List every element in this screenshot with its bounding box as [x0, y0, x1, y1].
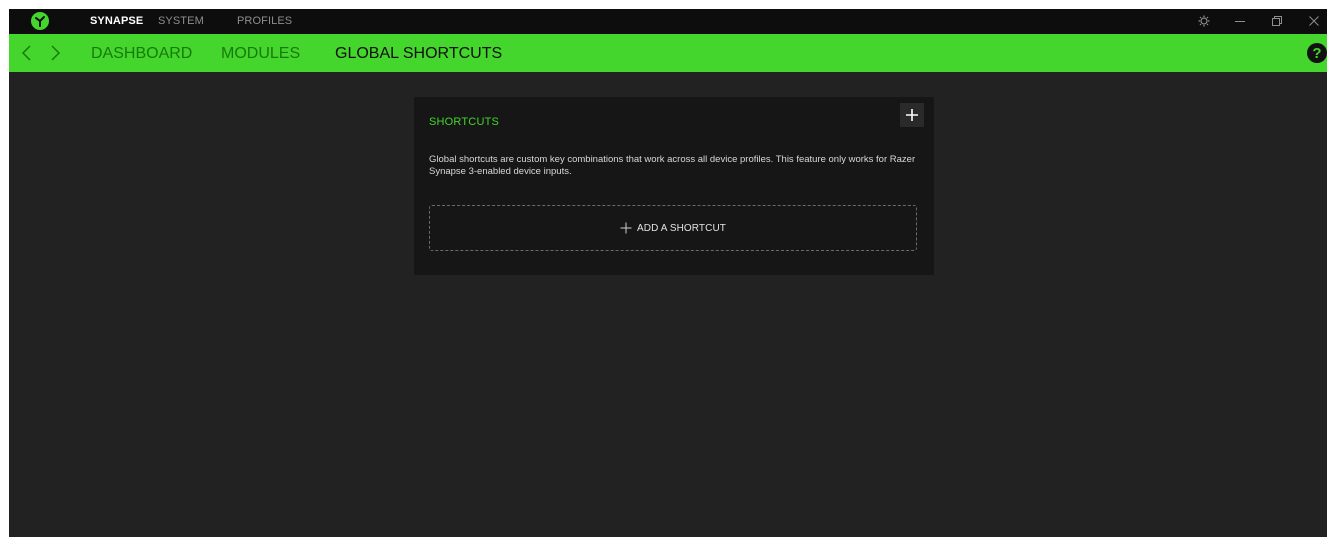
- back-arrow-icon[interactable]: [19, 43, 35, 63]
- card-description: Global shortcuts are custom key combinat…: [429, 154, 916, 177]
- add-shortcut-button[interactable]: [900, 103, 924, 127]
- title-bar: SYNAPSE SYSTEM PROFILES: [9, 9, 1327, 34]
- tab-dashboard[interactable]: DASHBOARD: [91, 34, 192, 72]
- add-shortcut-label: ADD A SHORTCUT: [636, 222, 726, 234]
- shortcuts-card: SHORTCUTS Global shortcuts are custom ke…: [414, 97, 934, 275]
- tab-synapse[interactable]: SYNAPSE: [90, 9, 143, 34]
- add-shortcut-box[interactable]: ADD A SHORTCUT: [429, 205, 917, 251]
- tab-system[interactable]: SYSTEM: [158, 9, 204, 34]
- app-window: SYNAPSE SYSTEM PROFILES DASHBOARD MODULE…: [9, 9, 1327, 537]
- plus-icon: [906, 109, 918, 121]
- restore-icon[interactable]: [1268, 9, 1288, 34]
- tab-modules[interactable]: MODULES: [221, 34, 300, 72]
- tab-profiles[interactable]: PROFILES: [237, 9, 292, 34]
- card-title: SHORTCUTS: [429, 116, 500, 128]
- close-icon[interactable]: [1305, 9, 1325, 34]
- forward-arrow-icon[interactable]: [47, 43, 63, 63]
- help-button[interactable]: ?: [1307, 43, 1327, 63]
- minimize-icon[interactable]: [1231, 9, 1251, 34]
- settings-icon[interactable]: [1195, 9, 1215, 34]
- plus-icon: [620, 222, 632, 234]
- nav-bar: DASHBOARD MODULES GLOBAL SHORTCUTS ?: [9, 34, 1327, 72]
- razer-logo-icon[interactable]: [31, 12, 49, 30]
- tab-global-shortcuts[interactable]: GLOBAL SHORTCUTS: [335, 34, 502, 72]
